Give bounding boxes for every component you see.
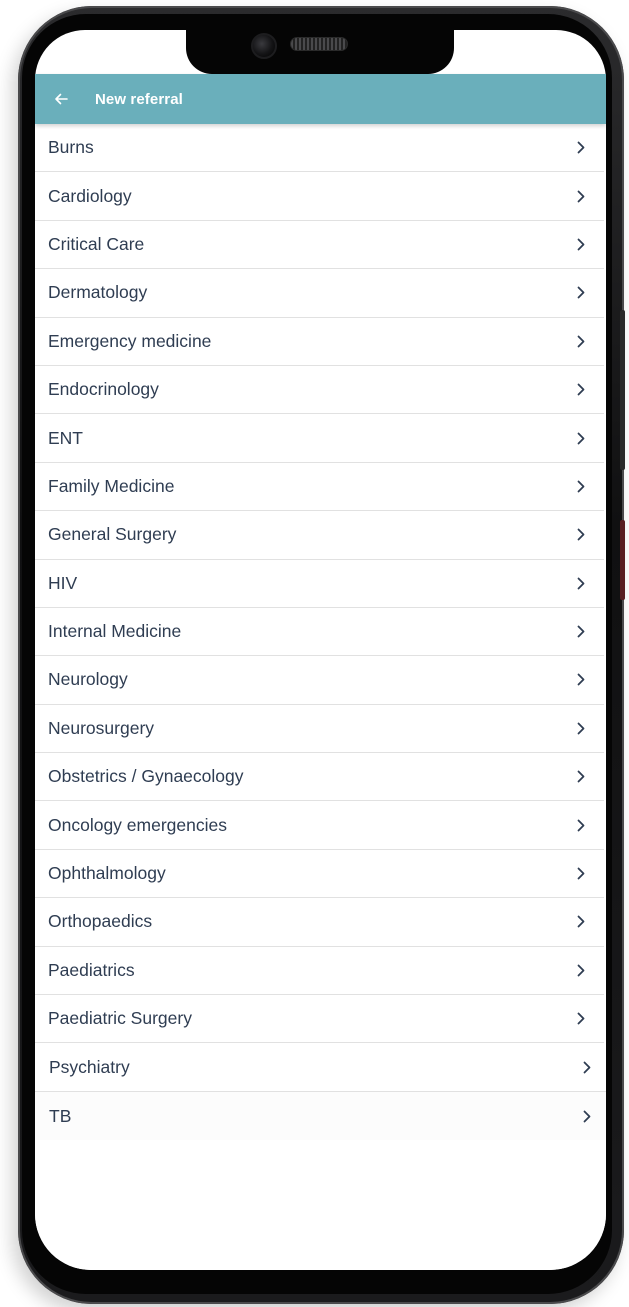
list-item-label: Dermatology [48,282,148,303]
chevron-right-icon [576,576,586,590]
page-title: New referral [95,90,183,108]
empty-screen-area [35,1140,606,1270]
chevron-right-icon [576,334,586,348]
chevron-right-icon [576,237,586,251]
chevron-right-icon [576,189,586,203]
list-item-label: Paediatrics [48,959,135,980]
list-item-label: HIV [48,572,78,593]
chevron-right-icon [576,528,586,542]
list-item[interactable]: HIV [35,559,604,608]
chevron-right-icon [582,1109,592,1123]
list-item[interactable]: Family Medicine [35,462,604,512]
list-item[interactable]: Obstetrics / Gynaecology [35,753,604,802]
list-item[interactable]: Endocrinology [35,365,604,415]
list-item-label: Neurology [48,669,128,690]
arrow-left-icon[interactable] [53,91,69,107]
volume-button [620,310,625,470]
chevron-right-icon [576,721,586,735]
list-item-label: Obstetrics / Gynaecology [48,766,244,787]
list-item-label: TB [49,1105,72,1126]
chevron-right-icon [576,963,586,977]
list-item-label: ENT [48,427,83,448]
list-item-label: General Surgery [48,524,177,545]
list-item[interactable]: Paediatric Surgery [35,995,604,1044]
list-item-label: Burns [48,137,94,158]
list-item[interactable]: Psychiatry [35,1043,606,1092]
chevron-right-icon [576,286,586,300]
list-item[interactable]: Neurosurgery [35,704,604,754]
list-item-label: Emergency medicine [48,330,212,351]
chevron-right-icon [576,141,586,155]
list-item[interactable]: Paediatrics [35,946,604,996]
list-item-label: Paediatric Surgery [48,1008,192,1029]
chevron-right-icon [576,1012,586,1026]
list-item[interactable]: Dermatology [35,269,604,318]
front-camera-icon [251,33,277,59]
earpiece-speaker-icon [290,37,348,51]
chevron-right-icon [576,479,586,493]
list-item-label: Orthopaedics [48,911,153,932]
list-item-label: Family Medicine [48,475,175,496]
chevron-right-icon [576,818,586,832]
list-item[interactable]: Orthopaedics [35,898,604,947]
list-item-label: Critical Care [48,233,145,254]
chevron-right-icon [576,431,586,445]
list-item[interactable]: ENT [35,414,604,463]
list-item[interactable]: Oncology emergencies [35,801,604,850]
chevron-right-icon [576,770,586,784]
app-bar: New referral [35,74,606,124]
list-item[interactable]: Ophthalmology [35,849,604,899]
chevron-right-icon [576,383,586,397]
list-item-label: Ophthalmology [48,863,166,884]
list-item-label: Psychiatry [49,1056,130,1077]
power-button [620,520,625,600]
list-item-label: Endocrinology [48,379,159,400]
list-item[interactable]: Emergency medicine [35,317,604,366]
list-item[interactable]: Critical Care [35,220,604,270]
list-item[interactable]: Cardiology [35,172,604,221]
chevron-right-icon [582,1060,592,1074]
list-item-label: Neurosurgery [48,717,155,738]
list-item-label: Internal Medicine [48,621,182,642]
specialty-list: Burns Cardiology Critical Care Dermatolo… [35,124,606,1141]
chevron-right-icon [576,673,586,687]
chevron-right-icon [576,625,586,639]
list-item-label: Oncology emergencies [48,814,227,835]
list-item[interactable]: Internal Medicine [35,607,604,657]
list-item[interactable]: Neurology [35,656,604,705]
chevron-right-icon [576,867,586,881]
list-item[interactable]: General Surgery [35,511,604,560]
list-item[interactable]: Burns [35,124,604,173]
device-mockup: New referral Burns Cardiology Critical C… [0,0,629,1307]
list-item-label: Cardiology [48,185,132,206]
list-item[interactable]: TB [35,1091,606,1141]
chevron-right-icon [576,915,586,929]
